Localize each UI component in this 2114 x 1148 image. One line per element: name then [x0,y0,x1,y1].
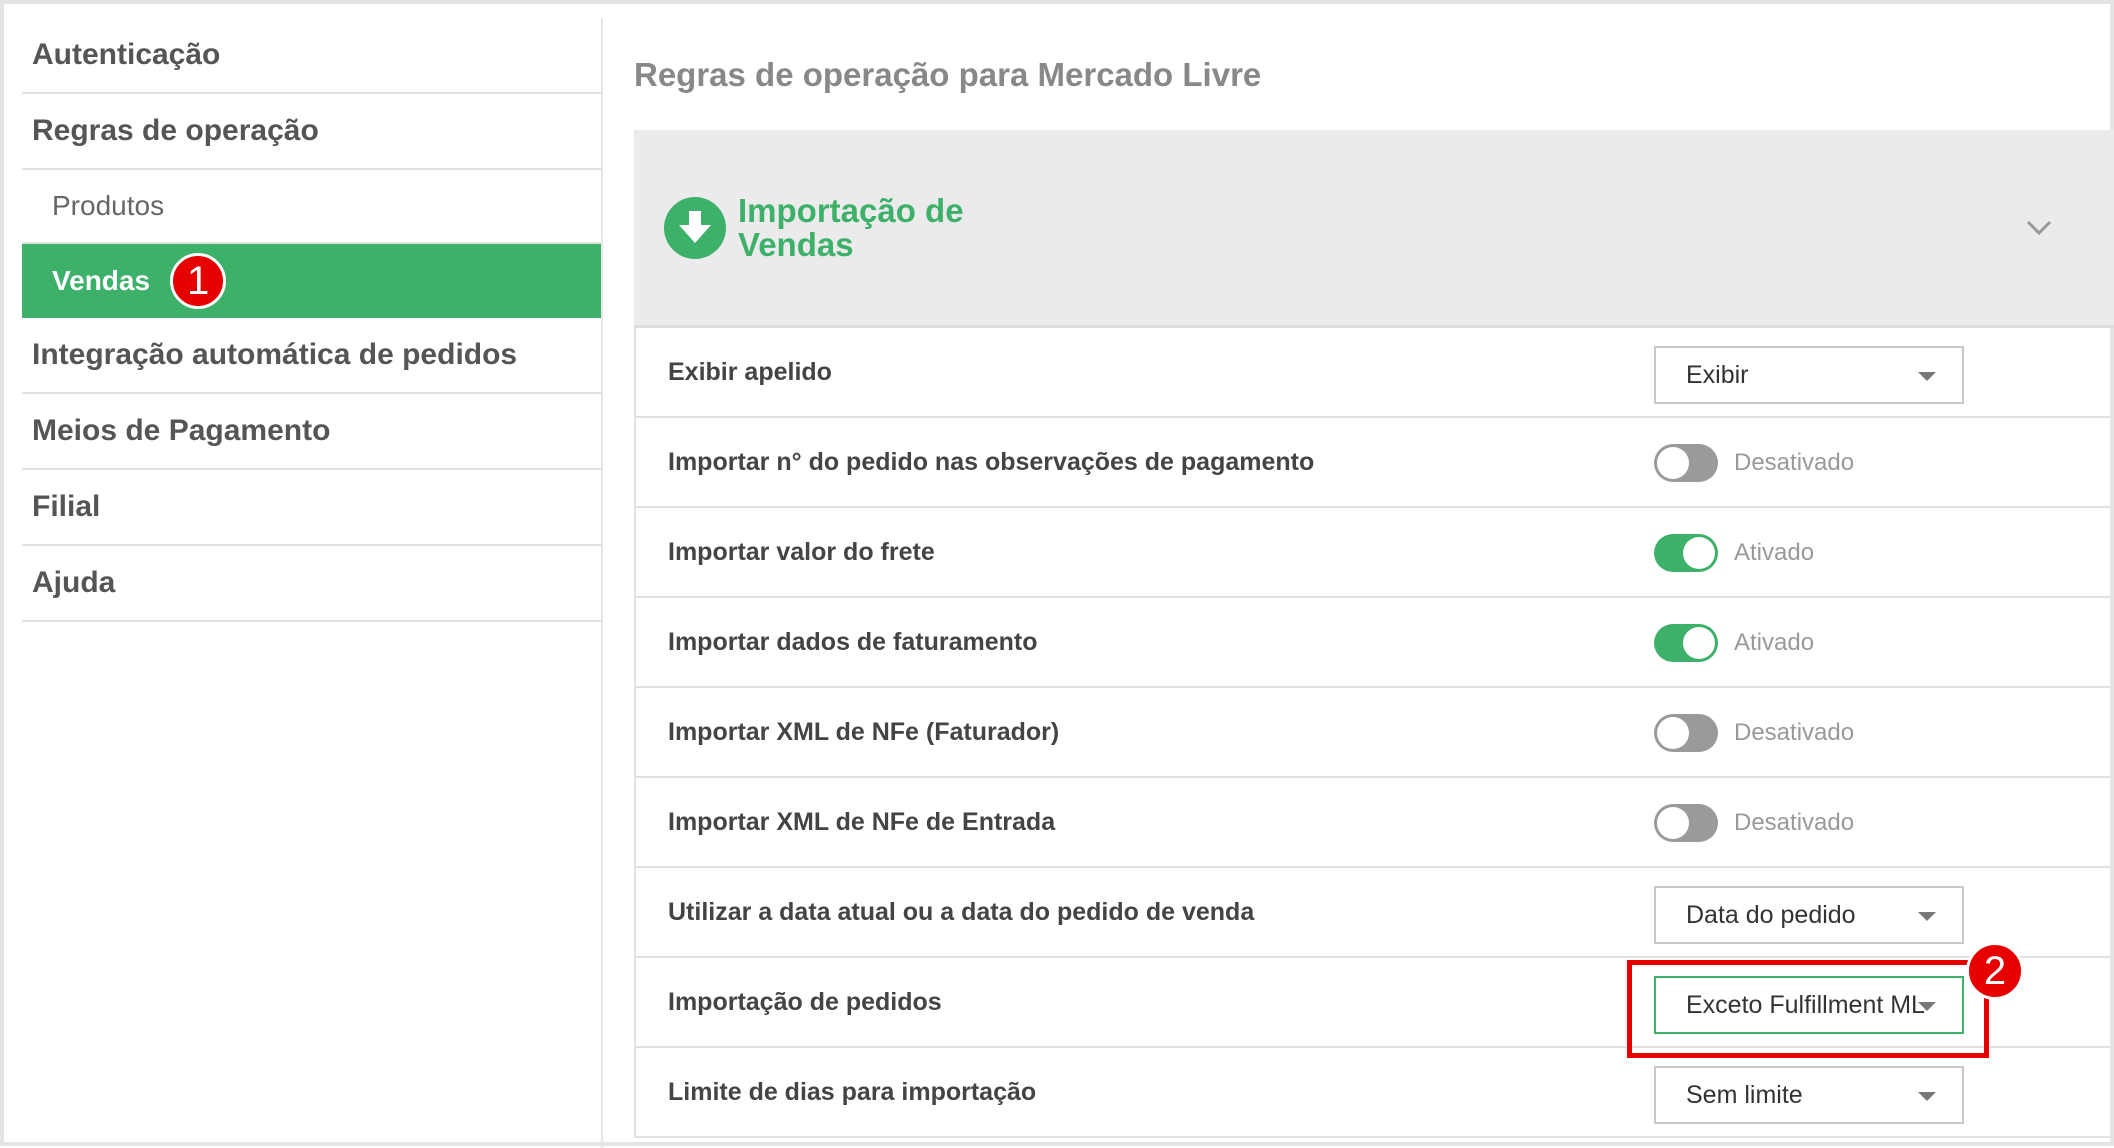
select-value: Sem limite [1686,1080,1803,1109]
chevron-down-icon[interactable] [2024,212,2054,242]
toggle-knob [1657,807,1689,839]
toggle-status: Desativado [1734,719,1855,746]
caret-down-icon [1918,372,1936,381]
setting-row-data-pedido: Utilizar a data atual ou a data do pedid… [636,868,2114,958]
toggle-knob [1683,627,1715,659]
download-circle-icon [664,196,726,259]
select-value: Data do pedido [1686,900,1856,929]
setting-label: Importar valor do frete [668,537,935,566]
setting-row-importar-valor-frete: Importar valor do frete Ativado [636,508,2114,598]
toggle-status: Desativado [1734,449,1855,476]
sidebar-item-filial[interactable]: Filial [22,470,602,546]
exibir-apelido-select[interactable]: Exibir [1654,346,1964,404]
toggle-knob [1657,717,1689,749]
setting-label: Limite de dias para importação [668,1077,1037,1106]
caret-down-icon [1918,1092,1936,1101]
setting-label: Importar XML de NFe (Faturador) [668,717,1060,746]
toggle-knob [1683,537,1715,569]
toggle-status: Desativado [1734,809,1855,836]
setting-row-importar-xml-entrada: Importar XML de NFe de Entrada Desativad… [636,778,2114,868]
importar-dados-faturamento-toggle[interactable] [1654,624,1718,662]
sidebar-item-label: Vendas [52,265,151,296]
setting-label: Exibir apelido [668,357,832,386]
sidebar-item-autenticacao[interactable]: Autenticação [22,18,602,94]
setting-label: Importar dados de faturamento [668,627,1038,656]
toggle-status: Ativado [1734,629,1815,656]
sidebar-item-integracao-automatica[interactable]: Integração automática de pedidos [22,318,602,394]
toggle-group: Ativado [1654,534,1814,572]
importar-numero-pedido-toggle[interactable] [1654,444,1718,482]
sidebar-item-regras-de-operacao[interactable]: Regras de operação [22,94,602,170]
select-value: Exibir [1686,360,1749,389]
setting-row-exibir-apelido: Exibir apelido Exibir [636,328,2114,418]
toggle-group: Desativado [1654,444,1854,482]
setting-label: Importar n° do pedido nas observações de… [668,447,1315,476]
annotation-badge-2: 2 [1966,942,2024,1000]
toggle-knob [1657,447,1689,479]
setting-row-importar-dados-faturamento: Importar dados de faturamento Ativado [636,598,2114,688]
sidebar-divider [601,18,603,1148]
annotation-badge-1: 1 [170,253,227,309]
importar-valor-frete-toggle[interactable] [1654,534,1718,572]
data-pedido-select[interactable]: Data do pedido [1654,886,1964,944]
sidebar-item-meios-de-pagamento[interactable]: Meios de Pagamento [22,394,602,470]
setting-label: Utilizar a data atual ou a data do pedid… [668,897,1255,926]
setting-label: Importar XML de NFe de Entrada [668,807,1056,836]
caret-down-icon [1918,912,1936,921]
sidebar-item-produtos[interactable]: Produtos [22,170,602,244]
setting-row-importar-numero-pedido: Importar n° do pedido nas observações de… [636,418,2114,508]
setting-row-importar-xml-faturador: Importar XML de NFe (Faturador) Desativa… [636,688,2114,778]
sidebar: Autenticação Regras de operação Produtos… [22,18,602,622]
section-header-importacao-vendas[interactable]: Importação de Vendas [634,130,2114,328]
page-title: Regras de operação para Mercado Livre [634,56,1262,93]
sidebar-item-ajuda[interactable]: Ajuda [22,546,602,622]
toggle-group: Desativado [1654,714,1854,752]
sidebar-item-vendas[interactable]: Vendas 1 [22,244,602,318]
toggle-group: Ativado [1654,624,1814,662]
setting-row-limite-dias: Limite de dias para importação Sem limit… [636,1048,2114,1138]
toggle-group: Desativado [1654,804,1854,842]
setting-label: Importação de pedidos [668,987,942,1016]
annotation-highlight-box [1627,960,1989,1058]
app-frame: Autenticação Regras de operação Produtos… [0,0,2114,1148]
toggle-status: Ativado [1734,539,1815,566]
section-title: Importação de Vendas [738,191,964,263]
limite-dias-select[interactable]: Sem limite [1654,1066,1964,1124]
importar-xml-entrada-toggle[interactable] [1654,804,1718,842]
importar-xml-faturador-toggle[interactable] [1654,714,1718,752]
